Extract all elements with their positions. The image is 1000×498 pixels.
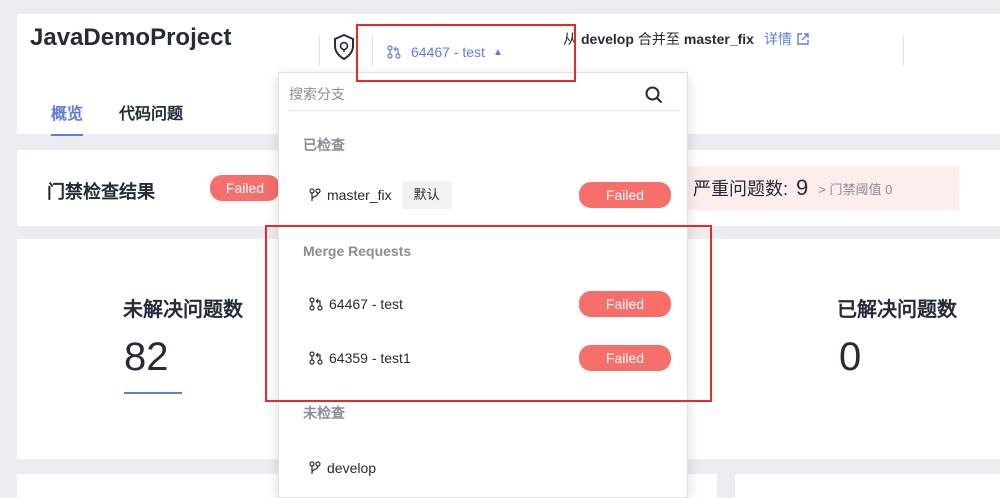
branch-icon: [309, 188, 321, 201]
merge-request-icon: [387, 45, 401, 59]
unresolved-underline: [124, 392, 182, 394]
merge-request-icon: [309, 351, 323, 365]
project-title: JavaDemoProject: [30, 24, 232, 51]
gate-status-badge: Failed: [210, 175, 280, 201]
merge-info: 从 develop 合并至 master_fix 详情: [563, 29, 809, 49]
external-link-icon[interactable]: [797, 33, 809, 45]
branch-selector[interactable]: 64467 - test ▲: [387, 40, 503, 64]
status-badge: Failed: [579, 182, 671, 208]
branch-search: [289, 79, 679, 111]
unresolved-issues-label: 未解决问题数: [123, 299, 243, 321]
group-title-unchecked: 未检查: [303, 405, 345, 421]
tab-overview[interactable]: 概览: [51, 100, 84, 136]
branch-dropdown: 已检查 master_fix 默认 Failed Merge Requests …: [278, 72, 688, 498]
gate-threshold: > 门禁阈值 0: [818, 181, 893, 197]
bottom-card-right: [735, 474, 1000, 498]
details-link[interactable]: 详情: [764, 29, 792, 49]
tab-bar: 概览 代码问题: [51, 100, 183, 136]
severe-issues-box: 严重问题数: 9 > 门禁阈值 0: [677, 166, 959, 210]
resolved-issues-label: 已解决问题数: [837, 299, 957, 321]
branch-icon: [309, 461, 321, 474]
branch-item-label: master_fix: [327, 187, 392, 203]
group-title-merge-requests: Merge Requests: [303, 243, 412, 259]
selected-branch-label: 64467 - test: [411, 44, 485, 60]
mr-item-label: 64359 - test1: [329, 350, 411, 366]
divider: [903, 36, 904, 66]
mr-item-label: 64467 - test: [329, 296, 403, 312]
branch-search-input[interactable]: [289, 79, 629, 109]
security-shield-icon[interactable]: [333, 34, 355, 60]
branch-item-label: develop: [327, 460, 377, 476]
gate-result-title: 门禁检查结果: [47, 182, 155, 202]
default-tag: 默认: [401, 181, 452, 209]
mr-item-64359[interactable]: 64359 - test1 Failed: [279, 337, 687, 379]
unresolved-issues-value[interactable]: 82: [124, 335, 169, 380]
search-icon[interactable]: [645, 86, 663, 104]
divider: [319, 36, 320, 66]
group-title-checked: 已检查: [303, 137, 345, 153]
divider: [372, 36, 373, 66]
merge-request-icon: [309, 297, 323, 311]
branch-item-develop[interactable]: develop: [279, 447, 687, 489]
chevron-up-icon: ▲: [492, 46, 503, 58]
target-branch: master_fix: [683, 31, 754, 47]
resolved-issues-value[interactable]: 0: [839, 335, 861, 380]
severe-issues-count: 9: [796, 175, 809, 200]
status-badge: Failed: [579, 291, 671, 317]
status-badge: Failed: [579, 345, 671, 371]
from-word: 从: [563, 31, 577, 47]
mr-item-64467[interactable]: 64467 - test Failed: [279, 283, 687, 325]
branch-item-master-fix[interactable]: master_fix 默认 Failed: [279, 174, 687, 216]
tab-code-issues[interactable]: 代码问题: [119, 100, 183, 136]
source-branch: develop: [581, 31, 634, 47]
severe-issues-label: 严重问题数:: [693, 179, 789, 199]
to-word: 合并至: [637, 31, 680, 47]
